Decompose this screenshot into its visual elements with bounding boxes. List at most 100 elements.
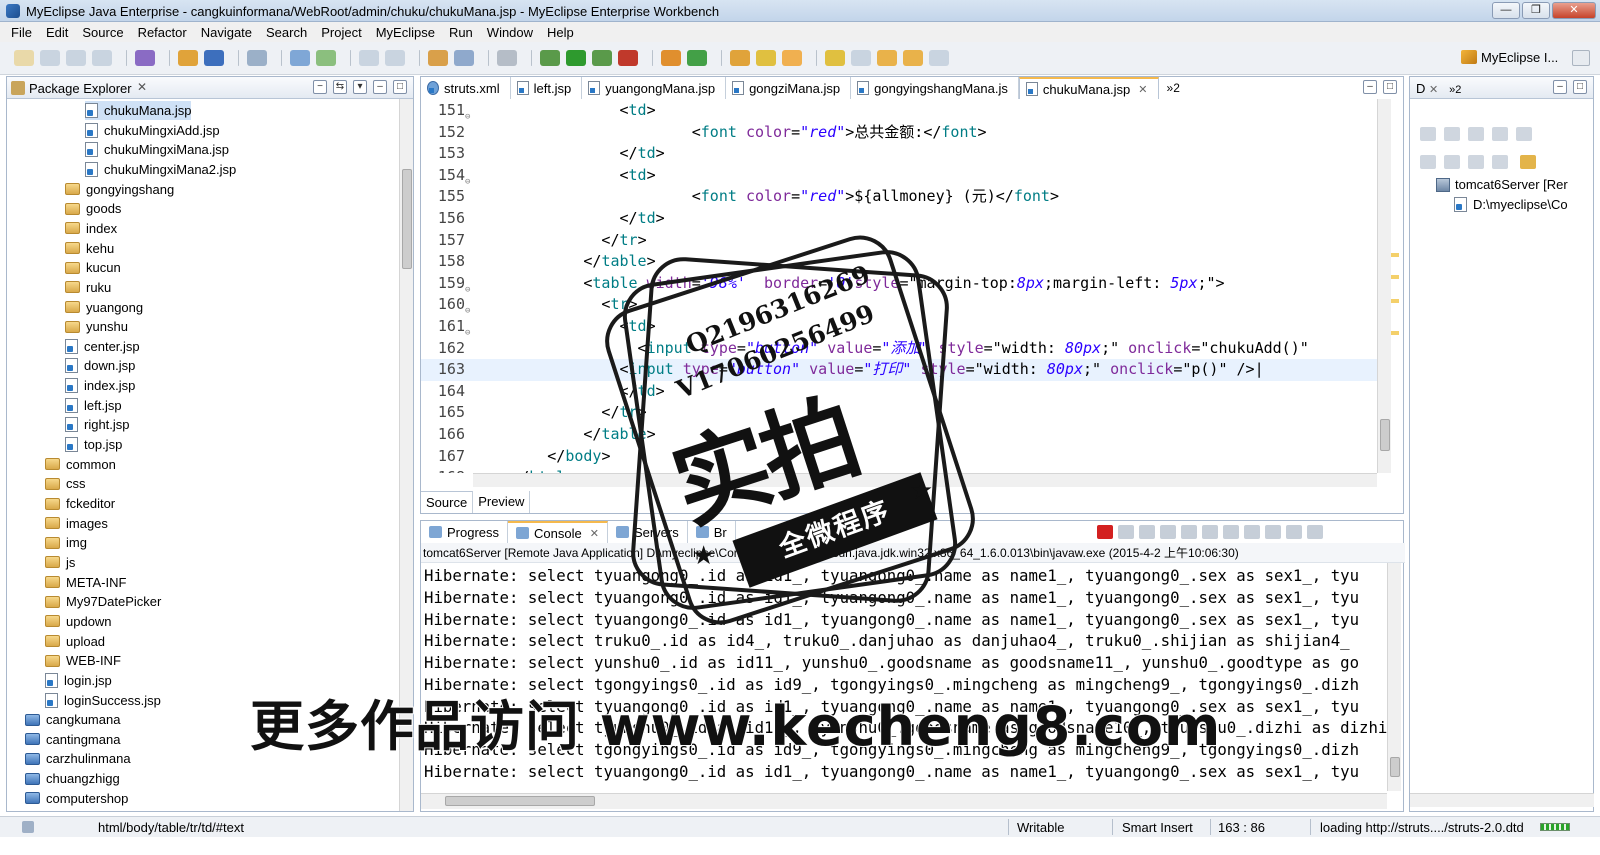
scroll-lock-icon[interactable] xyxy=(1181,525,1197,539)
tree-item[interactable]: common xyxy=(45,455,116,474)
close-button[interactable]: ✕ xyxy=(1552,2,1596,19)
tree-item[interactable]: index xyxy=(65,219,117,238)
next-annotation-icon[interactable] xyxy=(825,50,845,66)
editor-tab-overflow[interactable]: »2 xyxy=(1159,77,1188,99)
console-close-icon[interactable]: ✕ xyxy=(590,527,599,540)
remove-launch-icon[interactable] xyxy=(1118,525,1134,539)
pin-console-icon[interactable] xyxy=(1202,525,1218,539)
back-icon[interactable] xyxy=(877,50,897,66)
servers-hscrollbar[interactable] xyxy=(1410,793,1594,807)
remove-all-icon[interactable] xyxy=(1139,525,1155,539)
web-server-icon[interactable] xyxy=(428,50,448,66)
tree-item[interactable]: yuangong xyxy=(65,298,143,317)
tree-item[interactable]: down.jsp xyxy=(65,356,135,375)
tree-item[interactable]: chukuMingxiMana.jsp xyxy=(85,140,229,159)
console-hscroll-thumb[interactable] xyxy=(445,796,595,806)
tree-item[interactable]: carzhulinmana xyxy=(25,749,131,768)
console-scrollbar-thumb[interactable] xyxy=(1390,757,1400,777)
minimize-view-icon[interactable]: – xyxy=(373,80,387,94)
console-minimize-icon[interactable] xyxy=(1286,525,1302,539)
tool-icon[interactable] xyxy=(661,50,681,66)
run-ant-icon[interactable] xyxy=(316,50,336,66)
browser-icon[interactable] xyxy=(454,50,474,66)
open-perspective-button[interactable] xyxy=(1572,50,1590,66)
tab-preview[interactable]: Preview xyxy=(473,491,531,513)
tree-item[interactable]: cantingmana xyxy=(25,730,120,749)
tree-item[interactable]: top.jsp xyxy=(65,435,122,454)
open-web-icon[interactable] xyxy=(290,50,310,66)
forward-icon[interactable] xyxy=(903,50,923,66)
folder-icon[interactable] xyxy=(782,50,802,66)
save-all-icon[interactable] xyxy=(66,50,86,66)
open-icon[interactable] xyxy=(730,50,750,66)
display-console-icon[interactable] xyxy=(1265,525,1281,539)
server-deployment-item[interactable]: D:\myeclipse\Co xyxy=(1454,197,1568,212)
tree-item[interactable]: chukuMingxiMana2.jsp xyxy=(85,160,236,179)
editor-tab[interactable]: chukuMana.jsp ✕ xyxy=(1018,77,1159,99)
menu-project[interactable]: Project xyxy=(314,25,368,40)
configure-server-icon[interactable] xyxy=(1520,155,1536,169)
print-icon[interactable] xyxy=(92,50,112,66)
server-item-tomcat[interactable]: tomcat6Server [Rer xyxy=(1436,177,1568,192)
tree-item[interactable]: ruku xyxy=(65,278,111,297)
editor-scrollbar[interactable] xyxy=(1377,99,1391,473)
perspective-switcher[interactable]: MyEclipse I... xyxy=(1461,50,1558,65)
clear-console-icon[interactable] xyxy=(1160,525,1176,539)
new-project-icon[interactable] xyxy=(178,50,198,66)
servers-overflow[interactable]: »2 xyxy=(1449,84,1461,96)
editor-tab[interactable]: gongziMana.jsp xyxy=(726,77,852,99)
servers-maximize-icon[interactable]: □ xyxy=(1573,80,1587,94)
tab-servers[interactable]: Servers xyxy=(608,521,688,543)
code-line[interactable]: 156 </td> xyxy=(421,208,1379,230)
scrollbar-thumb[interactable] xyxy=(402,169,412,269)
tree-item[interactable]: My97DatePicker xyxy=(45,592,161,611)
code-line[interactable]: 164 </td> xyxy=(421,381,1379,403)
console-maximize-icon[interactable] xyxy=(1307,525,1323,539)
cut-icon[interactable] xyxy=(359,50,379,66)
link-with-editor-icon[interactable]: ⇆ xyxy=(333,80,347,94)
tree-item[interactable]: js xyxy=(45,553,75,572)
tree-item[interactable]: images xyxy=(45,514,108,533)
tab-close-icon[interactable]: ✕ xyxy=(1138,83,1147,96)
tree-item[interactable]: chukuMana.jsp xyxy=(85,101,192,120)
terminate-icon[interactable] xyxy=(1097,525,1113,539)
code-line[interactable]: 152 <font color="red">总共金额:</font> xyxy=(421,122,1379,144)
menu-myeclipse[interactable]: MyEclipse xyxy=(369,25,442,40)
edit-icon[interactable] xyxy=(756,50,776,66)
search-icon[interactable] xyxy=(247,50,267,66)
last-edit-icon[interactable] xyxy=(929,50,949,66)
editor-tab[interactable]: struts.xml xyxy=(421,77,511,99)
new-class-icon[interactable] xyxy=(204,50,224,66)
remove-deployment-icon[interactable] xyxy=(1468,155,1484,169)
code-line[interactable]: 154 ⊖ <td> xyxy=(421,165,1379,187)
tree-item[interactable]: fckeditor xyxy=(45,494,115,513)
tree-item[interactable]: right.jsp xyxy=(65,415,130,434)
tree-item[interactable]: WEB-INF xyxy=(45,651,121,670)
tree-item[interactable]: cangkumana xyxy=(25,710,120,729)
code-line[interactable]: 153 </td> xyxy=(421,143,1379,165)
status-progress-bar[interactable] xyxy=(1540,823,1570,831)
code-line[interactable]: 160 ⊖ <tr> xyxy=(421,294,1379,316)
package-explorer-title[interactable]: Package Explorer xyxy=(29,81,132,96)
tree-item[interactable]: css xyxy=(45,474,86,493)
debug-icon[interactable] xyxy=(540,50,560,66)
stop-server-icon[interactable] xyxy=(1492,127,1508,141)
redeploy-icon[interactable] xyxy=(1444,155,1460,169)
maximize-button[interactable]: ❐ xyxy=(1522,2,1550,19)
menu-help[interactable]: Help xyxy=(540,25,581,40)
minimize-button[interactable]: — xyxy=(1492,2,1520,19)
code-line[interactable]: 162 <input type="button" value="添加" styl… xyxy=(421,338,1379,360)
tree-item[interactable]: kehu xyxy=(65,239,114,258)
tree-item[interactable]: img xyxy=(45,533,87,552)
editor-tab[interactable]: left.jsp xyxy=(511,77,583,99)
code-line[interactable]: 151 ⊖ <td> xyxy=(421,100,1379,122)
menu-navigate[interactable]: Navigate xyxy=(194,25,259,40)
open-type-icon[interactable] xyxy=(135,50,155,66)
code-line[interactable]: 161 ⊖ <td> xyxy=(421,316,1379,338)
code-line[interactable]: 159 ⊖ <table width='98%' border='0'style=… xyxy=(421,273,1379,295)
console-hscrollbar[interactable] xyxy=(421,793,1387,809)
open-console-icon[interactable] xyxy=(1244,525,1260,539)
tree-item[interactable]: chukuMingxiAdd.jsp xyxy=(85,121,220,140)
new-icon[interactable] xyxy=(14,50,34,66)
tree-item[interactable]: loginSuccess.jsp xyxy=(45,691,161,710)
